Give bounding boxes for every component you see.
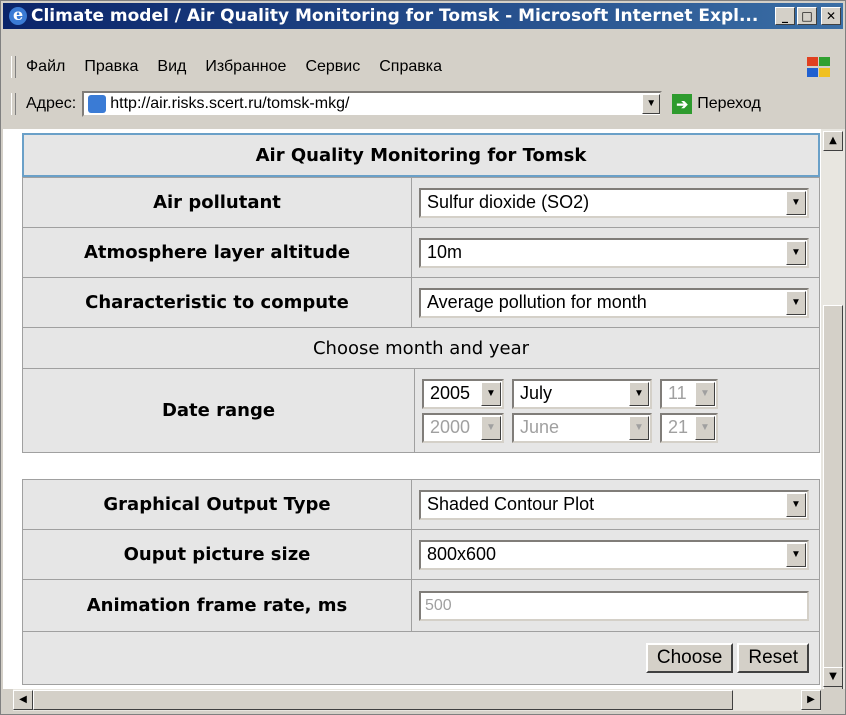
- output-type-select[interactable]: Shaded Contour Plot ▼: [419, 489, 809, 520]
- altitude-select[interactable]: 10m ▼: [419, 237, 809, 268]
- frame-rate-row: Animation frame rate, ms 500: [22, 579, 820, 631]
- vertical-scrollbar[interactable]: ▲ ▼: [821, 129, 845, 697]
- address-label: Адрес:: [26, 95, 77, 112]
- page-content: Air Quality Monitoring for Tomsk Air pol…: [3, 129, 821, 689]
- go-label: Переход: [697, 95, 761, 112]
- chevron-down-icon[interactable]: ▼: [695, 381, 715, 406]
- choose-month-note: Choose month and year: [22, 327, 820, 368]
- chevron-down-icon[interactable]: ▼: [786, 190, 806, 215]
- date-range-label: Date range: [23, 369, 415, 452]
- menu-bar: Файл Правка Вид Избранное Сервис Справка: [11, 51, 833, 83]
- altitude-row: Atmosphere layer altitude 10m ▼: [22, 227, 820, 277]
- menu-file[interactable]: Файл: [26, 58, 65, 76]
- menu-edit[interactable]: Правка: [84, 58, 138, 76]
- altitude-label: Atmosphere layer altitude: [23, 228, 412, 277]
- output-type-row: Graphical Output Type Shaded Contour Plo…: [22, 479, 820, 529]
- go-button[interactable]: ➔ Переход: [672, 94, 761, 114]
- scroll-right-icon[interactable]: ▶: [801, 690, 821, 710]
- choose-button[interactable]: Choose: [645, 643, 734, 673]
- characteristic-row: Characteristic to compute Average pollut…: [22, 277, 820, 327]
- chevron-down-icon[interactable]: ▼: [786, 290, 806, 315]
- address-bar: Адрес: http://air.risks.scert.ru/tomsk-m…: [11, 87, 843, 121]
- ie-logo-icon: [9, 2, 27, 28]
- horizontal-scrollbar[interactable]: ◀ ▶: [13, 689, 821, 711]
- chevron-down-icon[interactable]: ▼: [629, 415, 649, 440]
- page-icon: [88, 95, 107, 113]
- chevron-down-icon[interactable]: ▼: [481, 381, 501, 406]
- size-grip: [821, 689, 845, 711]
- from-month-select[interactable]: July ▼: [512, 378, 652, 409]
- picture-size-row: Ouput picture size 800x600 ▼: [22, 529, 820, 579]
- menu-help[interactable]: Справка: [379, 58, 442, 76]
- maximize-button[interactable]: □: [797, 7, 817, 25]
- horizontal-scroll-thumb[interactable]: [33, 690, 733, 710]
- to-day-select[interactable]: 21 ▼: [660, 412, 718, 443]
- form-title: Air Quality Monitoring for Tomsk: [22, 133, 820, 177]
- spacer: [22, 452, 820, 479]
- chevron-down-icon[interactable]: ▼: [629, 381, 649, 406]
- menu-favorites[interactable]: Избранное: [205, 58, 286, 76]
- from-year-select[interactable]: 2005 ▼: [422, 378, 504, 409]
- pollutant-row: Air pollutant Sulfur dioxide (SO2) ▼: [22, 177, 820, 227]
- scroll-down-icon[interactable]: ▼: [823, 667, 843, 687]
- picture-size-select[interactable]: 800x600 ▼: [419, 539, 809, 570]
- window-title: Climate model / Air Quality Monitoring f…: [31, 6, 759, 26]
- chevron-down-icon[interactable]: ▼: [786, 492, 806, 517]
- pollutant-select[interactable]: Sulfur dioxide (SO2) ▼: [419, 187, 809, 218]
- toolbar-grip: [11, 56, 16, 78]
- picture-size-label: Ouput picture size: [23, 530, 412, 579]
- go-arrow-icon: ➔: [672, 94, 693, 114]
- browser-window: Climate model / Air Quality Monitoring f…: [0, 0, 846, 715]
- windows-flag-icon: [805, 55, 833, 79]
- chevron-down-icon[interactable]: ▼: [786, 542, 806, 567]
- address-dropdown-button[interactable]: ▼: [642, 94, 661, 114]
- address-input[interactable]: http://air.risks.scert.ru/tomsk-mkg/ ▼: [82, 91, 663, 117]
- air-quality-form: Air Quality Monitoring for Tomsk Air pol…: [22, 133, 820, 685]
- vertical-scroll-thumb[interactable]: [823, 305, 843, 697]
- close-button[interactable]: ✕: [821, 7, 841, 25]
- output-type-label: Graphical Output Type: [23, 480, 412, 529]
- to-month-select[interactable]: June ▼: [512, 412, 652, 443]
- scroll-up-icon[interactable]: ▲: [823, 131, 843, 151]
- chevron-down-icon[interactable]: ▼: [481, 415, 501, 440]
- frame-rate-label: Animation frame rate, ms: [23, 580, 412, 631]
- menu-view[interactable]: Вид: [157, 58, 186, 76]
- menu-tools[interactable]: Сервис: [305, 58, 360, 76]
- toolbar-grip: [11, 93, 16, 115]
- characteristic-select[interactable]: Average pollution for month ▼: [419, 287, 809, 318]
- title-bar: Climate model / Air Quality Monitoring f…: [3, 2, 843, 29]
- address-url[interactable]: http://air.risks.scert.ru/tomsk-mkg/: [110, 95, 642, 113]
- pollutant-label: Air pollutant: [23, 178, 412, 227]
- date-range-row: Date range 2005 ▼ July ▼ 11 ▼ 2000 ▼ June ▼ 2…: [22, 368, 820, 452]
- reset-button[interactable]: Reset: [737, 643, 809, 673]
- to-year-select[interactable]: 2000 ▼: [422, 412, 504, 443]
- scroll-left-icon[interactable]: ◀: [13, 690, 33, 710]
- frame-rate-input[interactable]: 500: [419, 590, 809, 621]
- characteristic-label: Characteristic to compute: [23, 278, 412, 327]
- chevron-down-icon[interactable]: ▼: [695, 415, 715, 440]
- button-row: Choose Reset: [22, 631, 820, 685]
- from-day-select[interactable]: 11 ▼: [660, 378, 718, 409]
- minimize-button[interactable]: _: [775, 7, 795, 25]
- chevron-down-icon[interactable]: ▼: [786, 240, 806, 265]
